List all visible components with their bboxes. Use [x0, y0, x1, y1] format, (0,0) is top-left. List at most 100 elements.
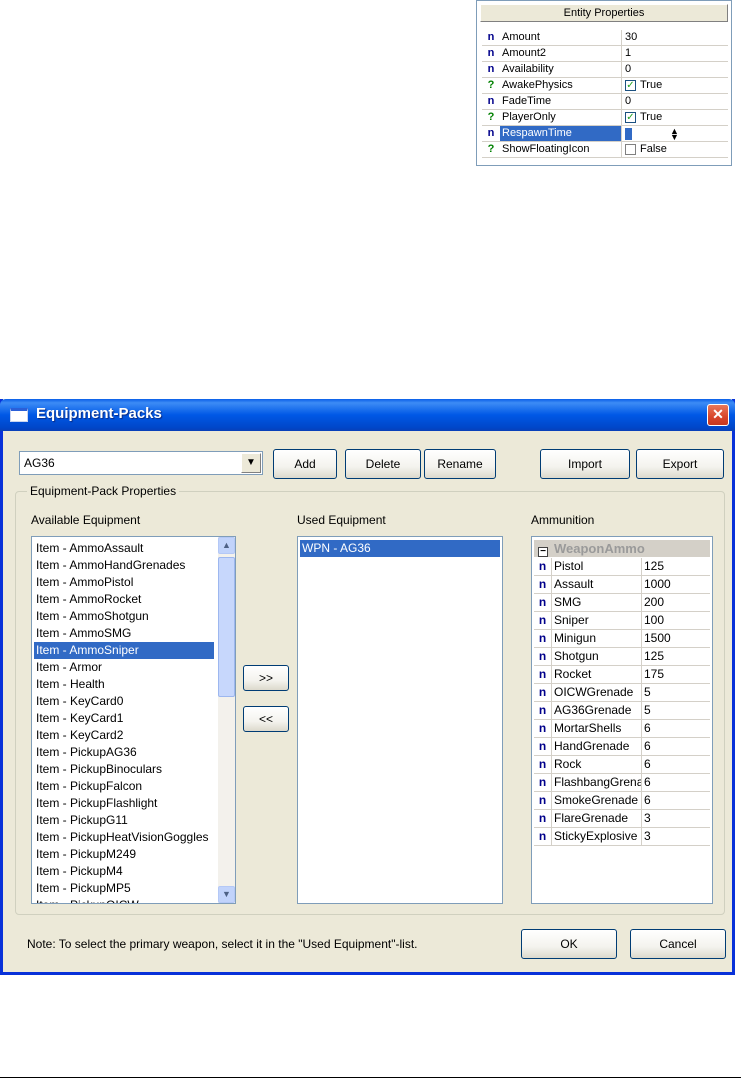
property-row[interactable]: n Amount2 1	[482, 46, 728, 62]
list-item[interactable]: Item - PickupHeatVisionGoggles	[34, 829, 214, 846]
ammo-row[interactable]: n FlareGrenade 3	[534, 810, 710, 828]
ammo-value[interactable]: 125	[642, 558, 710, 575]
list-item[interactable]: Item - PickupMP5	[34, 880, 214, 897]
spinner-icon[interactable]: ▲ ▼	[670, 126, 679, 141]
list-item[interactable]: Item - Armor	[34, 659, 214, 676]
cancel-button[interactable]: Cancel	[630, 929, 726, 959]
property-row[interactable]: ? AwakePhysics ✓ True	[482, 78, 728, 94]
ammo-value[interactable]: 5	[642, 684, 710, 701]
title-bar[interactable]: Equipment-Packs ✕	[0, 399, 735, 431]
list-item[interactable]: Item - PickupAG36	[34, 744, 214, 761]
list-item[interactable]: Item - PickupM249	[34, 846, 214, 863]
rename-button[interactable]: Rename	[424, 449, 496, 479]
ammo-row[interactable]: nFlashbangGrenade6	[534, 774, 710, 792]
list-item[interactable]: Item - PickupOICW	[34, 897, 214, 903]
property-name[interactable]: PlayerOnly	[500, 110, 622, 125]
property-name[interactable]: RespawnTime	[500, 126, 622, 141]
export-button[interactable]: Export	[636, 449, 724, 479]
ammo-value[interactable]: 1500	[642, 630, 710, 647]
ammo-row[interactable]: n Rock 6	[534, 756, 710, 774]
import-button[interactable]: Import	[540, 449, 630, 479]
vertical-scrollbar[interactable]: ▲ ▼	[218, 537, 235, 903]
property-value[interactable]: ✓ True	[622, 78, 728, 93]
ammo-value[interactable]: 3	[642, 810, 710, 827]
ammo-row[interactable]: n SMG 200	[534, 594, 710, 612]
property-name[interactable]: FadeTime	[500, 94, 622, 109]
list-item[interactable]: Item - PickupM4	[34, 863, 214, 880]
ammo-row[interactable]: n Assault 1000	[534, 576, 710, 594]
list-item[interactable]: Item - AmmoShotgun	[34, 608, 214, 625]
list-item[interactable]: Item - PickupFalcon	[34, 778, 214, 795]
collapse-icon[interactable]: −	[538, 547, 548, 557]
ammo-row[interactable]: n Pistol 125	[534, 558, 710, 576]
list-item[interactable]: Item - Health	[34, 676, 214, 693]
ammo-value[interactable]: 1000	[642, 576, 710, 593]
ammo-row[interactable]: n OICWGrenade 5	[534, 684, 710, 702]
ammo-value[interactable]: 6	[642, 756, 710, 773]
list-item[interactable]: Item - AmmoSMG	[34, 625, 214, 642]
ammunition-grid[interactable]: − WeaponAmmo n Pistol 125 n Assault 1000 n SMG 20…	[531, 536, 713, 904]
ammo-row[interactable]: n Sniper 100	[534, 612, 710, 630]
delete-button[interactable]: Delete	[345, 449, 421, 479]
property-value[interactable]: 0	[622, 62, 728, 77]
list-item[interactable]: Item - KeyCard1	[34, 710, 214, 727]
scrollbar-thumb[interactable]	[218, 557, 235, 697]
ammo-value[interactable]: 200	[642, 594, 710, 611]
property-row[interactable]: n RespawnTime ▲ ▼	[482, 126, 728, 142]
ammo-value[interactable]: 3	[642, 828, 710, 845]
checkbox-unchecked-icon[interactable]	[625, 144, 636, 155]
ammo-value[interactable]: 6	[642, 792, 710, 809]
list-item[interactable]: WPN - AG36	[300, 540, 500, 557]
property-value[interactable]: False	[622, 142, 728, 157]
ammo-value[interactable]: 6	[642, 774, 710, 791]
chevron-down-icon[interactable]: ▼	[241, 453, 261, 473]
property-value[interactable]: ▲ ▼	[622, 126, 728, 141]
property-value[interactable]: 30	[622, 30, 728, 45]
ammo-row[interactable]: n SmokeGrenade 6	[534, 792, 710, 810]
list-item[interactable]: Item - AmmoSniper	[34, 642, 214, 659]
scroll-up-icon[interactable]: ▲	[218, 537, 235, 554]
list-item[interactable]: Item - AmmoPistol	[34, 574, 214, 591]
remove-from-used-button[interactable]: <<	[243, 706, 289, 732]
text-cursor[interactable]	[625, 127, 632, 140]
ammo-value[interactable]: 125	[642, 648, 710, 665]
property-row[interactable]: n Amount 30	[482, 30, 728, 46]
checkbox-checked-icon[interactable]: ✓	[625, 80, 636, 91]
close-button[interactable]: ✕	[707, 404, 729, 426]
property-name[interactable]: Availability	[500, 62, 622, 77]
ammo-row[interactable]: n HandGrenade 6	[534, 738, 710, 756]
add-to-used-button[interactable]: >>	[243, 665, 289, 691]
ammo-value[interactable]: 100	[642, 612, 710, 629]
property-row[interactable]: ? PlayerOnly ✓ True	[482, 110, 728, 126]
list-item[interactable]: Item - PickupBinoculars	[34, 761, 214, 778]
property-name[interactable]: Amount2	[500, 46, 622, 61]
scroll-down-icon[interactable]: ▼	[218, 886, 235, 903]
ok-button[interactable]: OK	[521, 929, 617, 959]
add-button[interactable]: Add	[273, 449, 337, 479]
ammo-row[interactable]: n AG36Grenade 5	[534, 702, 710, 720]
property-value[interactable]: 1	[622, 46, 728, 61]
ammo-row[interactable]: n MortarShells 6	[534, 720, 710, 738]
ammo-group-header[interactable]: − WeaponAmmo	[534, 540, 710, 557]
checkbox-checked-icon[interactable]: ✓	[625, 112, 636, 123]
property-value[interactable]: ✓ True	[622, 110, 728, 125]
property-name[interactable]: Amount	[500, 30, 622, 45]
property-row[interactable]: n Availability 0	[482, 62, 728, 78]
list-item[interactable]: Item - PickupG11	[34, 812, 214, 829]
available-equipment-list[interactable]: Item - AmmoAssault Item - AmmoHandGrenade…	[31, 536, 236, 904]
equipment-pack-dropdown[interactable]: AG36 ▼	[19, 451, 263, 475]
property-name[interactable]: ShowFloatingIcon	[500, 142, 622, 157]
ammo-value[interactable]: 5	[642, 702, 710, 719]
property-row[interactable]: ? ShowFloatingIcon False	[482, 142, 728, 158]
ammo-row[interactable]: n Rocket 175	[534, 666, 710, 684]
list-item[interactable]: Item - AmmoAssault	[34, 540, 214, 557]
ammo-row[interactable]: n StickyExplosive 3	[534, 828, 710, 846]
ammo-row[interactable]: n Shotgun 125	[534, 648, 710, 666]
ammo-value[interactable]: 175	[642, 666, 710, 683]
list-item[interactable]: Item - KeyCard0	[34, 693, 214, 710]
property-name[interactable]: AwakePhysics	[500, 78, 622, 93]
list-item[interactable]: Item - PickupFlashlight	[34, 795, 214, 812]
list-item[interactable]: Item - AmmoRocket	[34, 591, 214, 608]
ammo-row[interactable]: n Minigun 1500	[534, 630, 710, 648]
list-item[interactable]: Item - AmmoHandGrenades	[34, 557, 214, 574]
